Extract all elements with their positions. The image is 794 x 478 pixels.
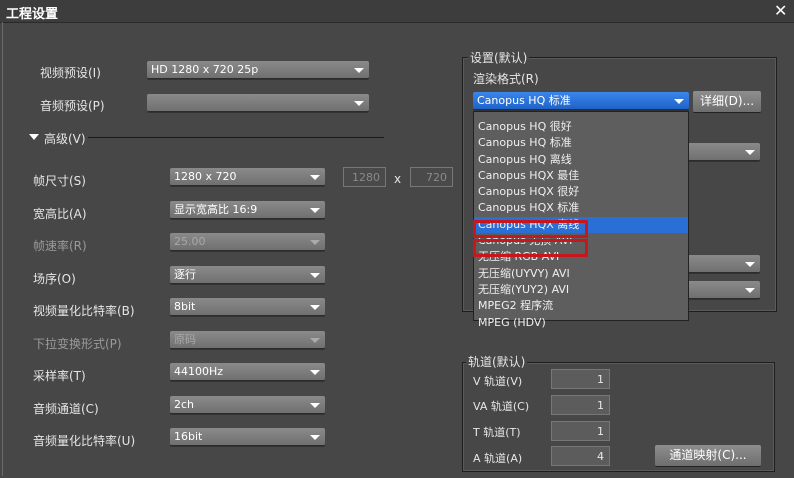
render-format-value: Canopus HQ 标准 — [477, 94, 571, 107]
details-button[interactable]: 详细(D)... — [693, 91, 761, 113]
frame-size-value: 1280 x 720 — [174, 170, 237, 183]
dropdown-option[interactable]: 无压缩(UYVY) AVI — [474, 266, 688, 282]
annotation-box — [473, 220, 588, 238]
v-track-input[interactable]: 1 — [551, 369, 610, 389]
audio-channels-label: 音频通道(C) — [33, 402, 99, 416]
chevron-down-icon — [310, 305, 320, 310]
chevron-down-icon — [354, 101, 364, 106]
field-order-label: 场序(O) — [33, 272, 76, 286]
video-preset-value: HD 1280 x 720 25p — [151, 63, 259, 76]
va-track-input[interactable]: 1 — [551, 395, 610, 415]
video-bits-select[interactable]: 8bit — [170, 298, 325, 316]
frame-rate-select: 25.00 — [170, 233, 325, 251]
channel-mapping-button[interactable]: 通道映射(C)... — [655, 445, 761, 467]
frame-size-select[interactable]: 1280 x 720 — [170, 168, 325, 186]
frame-rate-label: 帧速率(R) — [33, 239, 87, 253]
video-bits-value: 8bit — [174, 300, 196, 313]
close-icon[interactable]: ✕ — [774, 1, 787, 20]
t-track-label: T 轨道(T) — [473, 426, 521, 439]
dropdown-option[interactable]: Canopus HQX 标准 — [474, 200, 688, 216]
aspect-label: 宽高比(A) — [33, 207, 87, 221]
audio-channels-select[interactable]: 2ch — [170, 396, 325, 414]
pulldown-select: 原码 — [170, 331, 325, 349]
title-bar — [0, 0, 794, 23]
times-label: x — [394, 172, 402, 186]
chevron-down-icon — [745, 262, 755, 267]
frame-size-label: 帧尺寸(S) — [33, 174, 86, 188]
dropdown-option[interactable]: Canopus HQ 很好 — [474, 119, 688, 135]
render-format-label: 渲染格式(R) — [473, 72, 539, 86]
frame-rate-value: 25.00 — [174, 235, 206, 248]
va-track-label: VA 轨道(C) — [473, 400, 530, 413]
video-preset-select[interactable]: HD 1280 x 720 25p — [147, 61, 369, 79]
expand-triangle-icon[interactable] — [29, 134, 39, 140]
window-title: 工程设置 — [6, 7, 59, 22]
sample-rate-select[interactable]: 44100Hz — [170, 363, 325, 381]
dropdown-option[interactable]: Canopus HQX 很好 — [474, 184, 688, 200]
video-preset-label: 视频预设(I) — [40, 66, 101, 80]
field-order-value: 逐行 — [174, 268, 196, 281]
aspect-value: 显示宽高比 16:9 — [174, 203, 258, 216]
audio-bits-label: 音频量化比特率(U) — [33, 434, 136, 448]
chevron-down-icon — [745, 150, 755, 155]
chevron-down-icon — [310, 208, 320, 213]
chevron-down-icon — [310, 370, 320, 375]
dropdown-option[interactable]: Canopus HQ 标准 — [474, 135, 688, 151]
dropdown-option[interactable]: Canopus HQX 最佳 — [474, 168, 688, 184]
frame-width-input[interactable]: 1280 — [343, 167, 386, 187]
aspect-select[interactable]: 显示宽高比 16:9 — [170, 201, 325, 219]
audio-bits-select[interactable]: 16bit — [170, 428, 325, 446]
chevron-down-icon — [674, 99, 684, 104]
audio-bits-value: 16bit — [174, 430, 203, 443]
audio-channels-value: 2ch — [174, 398, 195, 411]
v-track-label: V 轨道(V) — [473, 375, 523, 388]
chevron-down-icon — [310, 240, 320, 245]
chevron-down-icon — [310, 338, 320, 343]
chevron-down-icon — [310, 403, 320, 408]
audio-preset-label: 音频预设(P) — [40, 99, 105, 113]
dropdown-option[interactable]: MPEG (HDV) — [474, 315, 688, 331]
chevron-down-icon — [745, 288, 755, 293]
audio-preset-select[interactable] — [147, 94, 369, 112]
pulldown-label: 下拉变换形式(P) — [33, 337, 122, 351]
a-track-label: A 轨道(A) — [473, 452, 523, 465]
chevron-down-icon — [310, 273, 320, 278]
pulldown-value: 原码 — [174, 333, 196, 346]
render-format-dropdown-list[interactable]: Canopus HQ 很好 Canopus HQ 标准 Canopus HQ 离线 C… — [473, 111, 689, 329]
sample-rate-value: 44100Hz — [174, 365, 224, 378]
sample-rate-label: 采样率(T) — [33, 369, 86, 383]
video-bits-label: 视频量化比特率(B) — [33, 304, 135, 318]
dropdown-option[interactable]: 无压缩(YUY2) AVI — [474, 282, 688, 298]
chevron-down-icon — [310, 435, 320, 440]
a-track-input[interactable]: 4 — [551, 446, 610, 466]
settings-group-title: 设置(默认) — [468, 49, 530, 66]
field-order-select[interactable]: 逐行 — [170, 266, 325, 284]
dropdown-option[interactable]: MPEG2 程序流 — [474, 298, 688, 314]
chevron-down-icon — [310, 175, 320, 180]
frame-height-input[interactable]: 720 — [410, 167, 453, 187]
tracks-group-title: 轨道(默认) — [466, 353, 528, 370]
chevron-down-icon — [354, 68, 364, 73]
divider — [88, 137, 384, 138]
advanced-toggle[interactable]: 高级(V) — [44, 130, 86, 147]
t-track-input[interactable]: 1 — [551, 421, 610, 441]
annotation-box — [473, 239, 588, 257]
render-format-select[interactable]: Canopus HQ 标准 — [473, 92, 689, 110]
dropdown-option[interactable]: Canopus HQ 离线 — [474, 152, 688, 168]
